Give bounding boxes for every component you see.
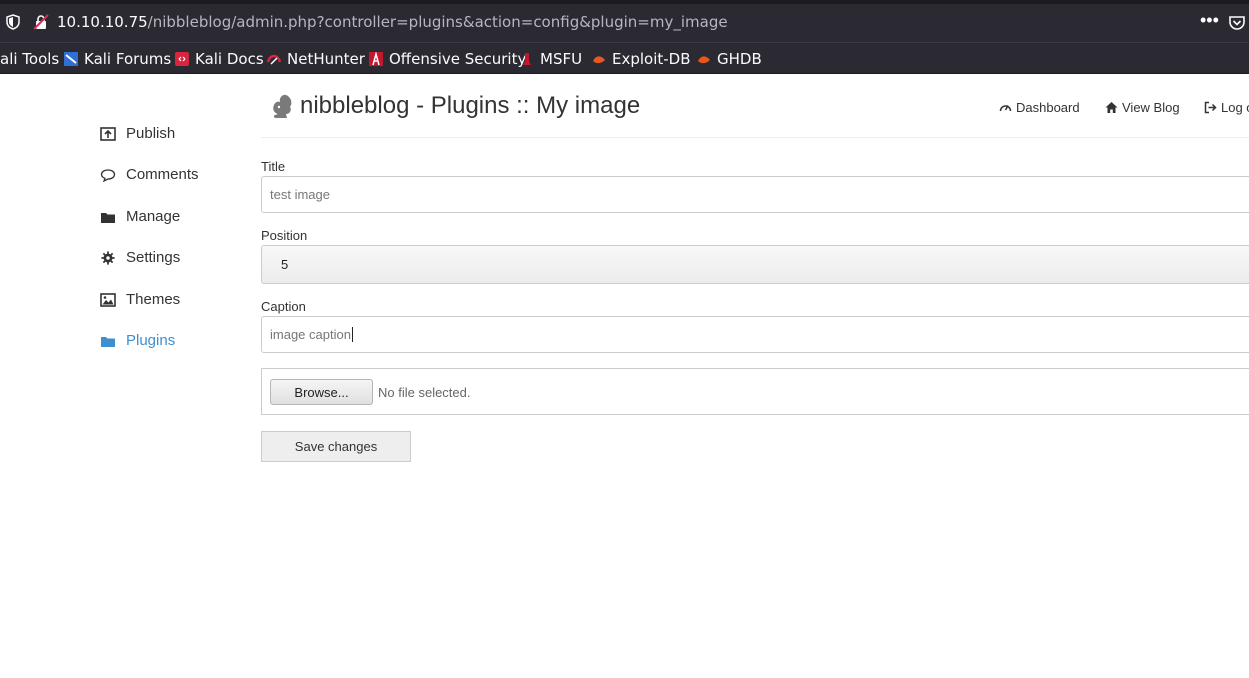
browser-url-bar[interactable]: 10.10.10.75/nibbleblog/admin.php?control… [0, 0, 1249, 42]
sidebar-item-label: Plugins [126, 332, 176, 349]
kali-docs-icon [175, 52, 189, 66]
bookmark-label: ali Tools [0, 50, 60, 68]
bookmark-label: NetHunter [287, 50, 365, 68]
shield-icon[interactable] [6, 14, 20, 30]
position-select[interactable]: 5 [261, 245, 1249, 284]
position-select-value: 5 [281, 257, 289, 272]
msfu-icon [523, 53, 531, 65]
nethunter-icon [267, 54, 281, 65]
sidebar-item-comments[interactable]: Comments [100, 166, 199, 183]
title-input-value: test image [270, 187, 330, 202]
offsec-icon [369, 52, 383, 66]
address-bar[interactable]: 10.10.10.75/nibbleblog/admin.php?control… [57, 13, 728, 31]
folder-icon [101, 212, 115, 223]
position-label: Position [261, 228, 308, 243]
browse-button[interactable]: Browse... [270, 379, 373, 405]
bookmark-label: Offensive Security [389, 50, 527, 68]
dashboard-link-label: Dashboard [1016, 100, 1080, 115]
url-host: 10.10.10.75 [57, 13, 148, 31]
bookmark-exploit-db[interactable]: Exploit-DB [592, 50, 691, 68]
comment-icon [100, 168, 116, 182]
sidebar-item-plugins[interactable]: Plugins [100, 332, 175, 349]
bookmark-nethunter[interactable]: NetHunter [267, 50, 365, 68]
bookmark-label: MSFU [540, 50, 583, 68]
caption-input[interactable]: image caption [261, 316, 1249, 353]
bookmark-kali-tools[interactable]: ali Tools [0, 50, 59, 68]
bookmark-label: GHDB [717, 50, 762, 68]
sidebar-item-settings[interactable]: Settings [100, 249, 180, 266]
logout-link[interactable]: Log o [1204, 100, 1249, 115]
bookmark-label: Exploit-DB [612, 50, 691, 68]
sidebar-item-label: Themes [126, 291, 181, 308]
page-title: nibbleblog - Plugins :: My image [300, 92, 641, 119]
dashboard-icon [999, 105, 1012, 112]
nibbleblog-logo-icon [273, 94, 292, 118]
publish-icon [100, 126, 116, 141]
sidebar-item-label: Manage [126, 208, 181, 225]
pocket-icon[interactable] [1228, 14, 1246, 32]
bookmark-label: Kali Docs [195, 50, 264, 68]
home-icon [1105, 102, 1118, 113]
sidebar-item-publish[interactable]: Publish [100, 125, 175, 142]
bookmark-kali-docs[interactable]: Kali Docs [175, 50, 264, 68]
title-input[interactable]: test image [261, 176, 1249, 213]
sidebar-item-label: Comments [126, 166, 199, 183]
bookmark-label: Kali Forums [84, 50, 172, 68]
file-upload-field: Browse... No file selected. [261, 368, 1249, 415]
bookmark-kali-forums[interactable]: Kali Forums [64, 50, 171, 68]
bookmarks-toolbar: ali Tools Kali Forums Kali Docs NetHunte… [0, 42, 1249, 74]
caption-label: Caption [261, 299, 306, 314]
bookmark-msfu[interactable]: MSFU [520, 50, 582, 68]
sidebar-item-themes[interactable]: Themes [100, 291, 180, 308]
bookmark-ghdb[interactable]: GHDB [697, 50, 762, 68]
caption-input-value: image caption [270, 327, 351, 342]
title-label: Title [261, 159, 286, 174]
header-divider [261, 137, 1249, 138]
text-cursor [351, 327, 353, 342]
sidebar-item-label: Publish [126, 125, 176, 142]
logout-link-label: Log o [1221, 100, 1249, 115]
view-blog-link-label: View Blog [1122, 100, 1180, 115]
bookmark-offensive-security[interactable]: Offensive Security [369, 50, 526, 68]
dashboard-link[interactable]: Dashboard [999, 100, 1080, 115]
sidebar-item-label: Settings [126, 249, 181, 266]
folder-open-icon [101, 336, 115, 347]
kali-forums-icon [64, 52, 78, 66]
exploit-db-icon [593, 56, 605, 64]
image-icon [100, 292, 116, 307]
view-blog-link[interactable]: View Blog [1105, 100, 1180, 115]
ghdb-icon [698, 56, 710, 64]
file-status-text: No file selected. [378, 385, 471, 400]
insecure-lock-icon[interactable] [33, 14, 49, 30]
gear-icon [101, 250, 115, 265]
url-path: /nibbleblog/admin.php?controller=plugins… [147, 13, 728, 31]
page-actions-button[interactable]: ••• [1200, 10, 1219, 31]
save-changes-button[interactable]: Save changes [261, 431, 411, 462]
logout-icon [1204, 101, 1217, 114]
sidebar-item-manage[interactable]: Manage [100, 208, 180, 225]
